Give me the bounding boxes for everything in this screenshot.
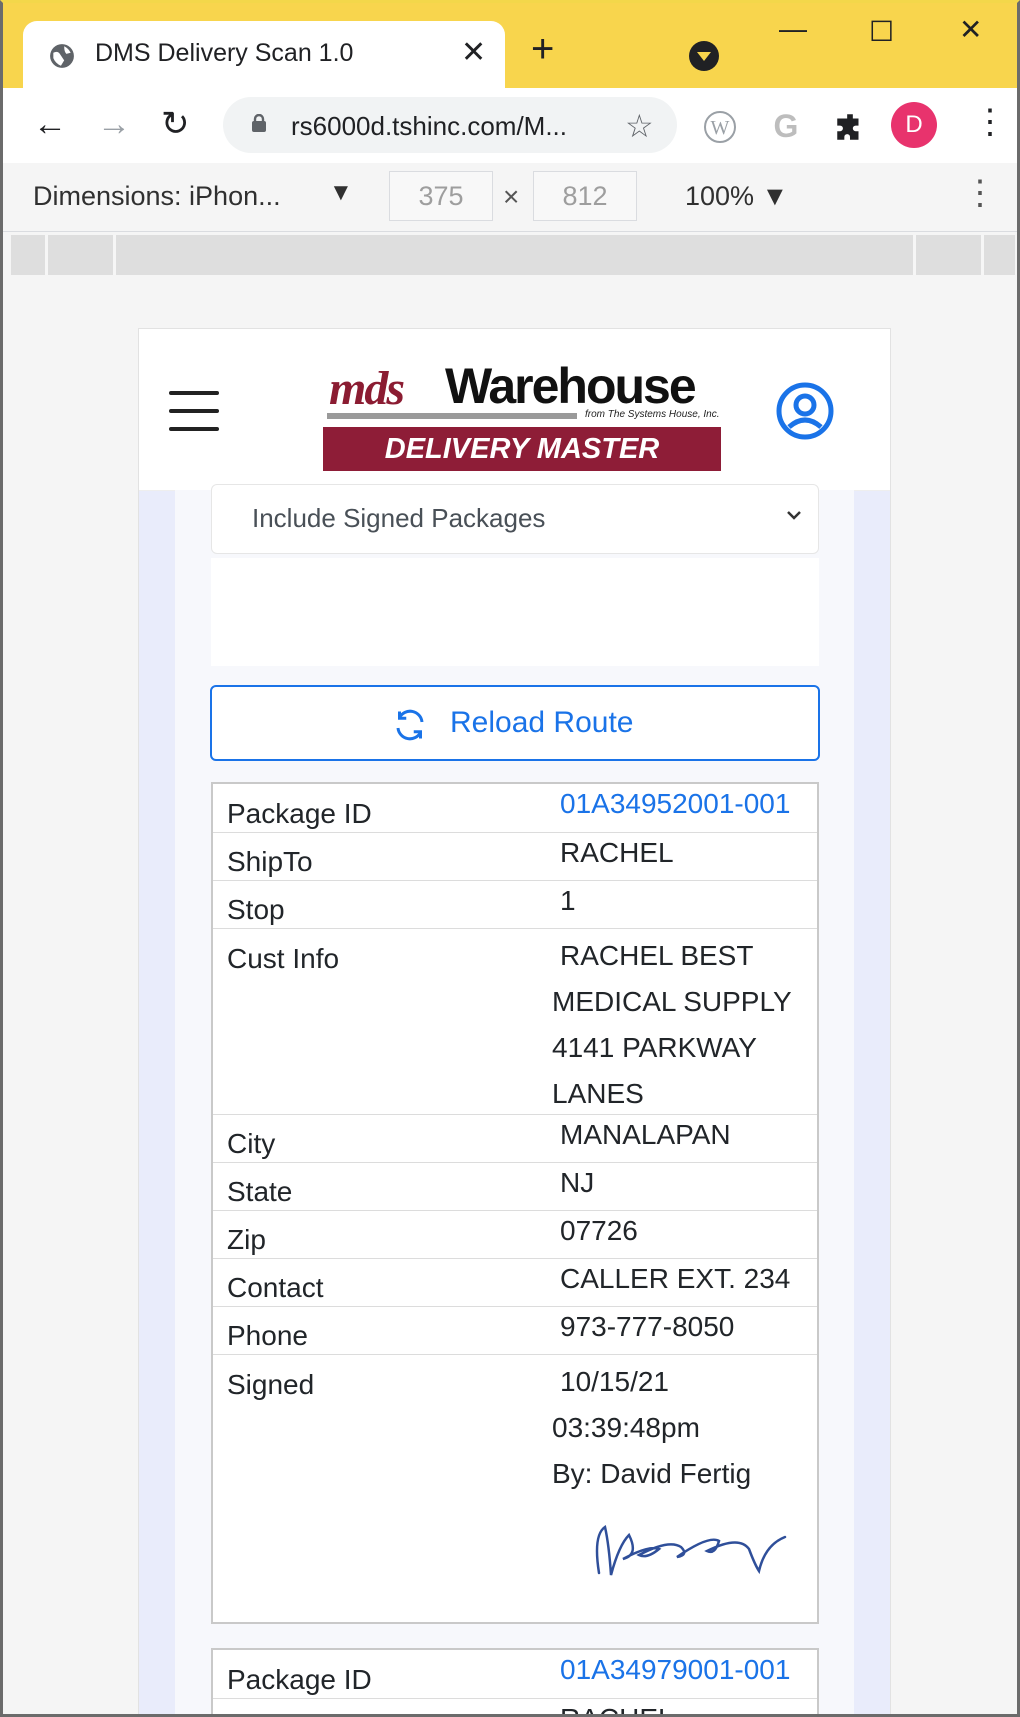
svg-text:G: G xyxy=(774,110,799,144)
browser-toolbar: ← → ↻ rs6000d.tshinc.com/M... ☆ W G D ⋮ xyxy=(3,88,1017,164)
new-tab-icon[interactable]: + xyxy=(531,29,554,69)
app-header: mds Warehouse from The Systems House, In… xyxy=(139,329,890,491)
extensions-puzzle-icon[interactable] xyxy=(833,110,867,144)
lock-icon xyxy=(252,114,266,132)
package-id-link[interactable]: 01A34979001-001 xyxy=(560,1654,790,1686)
contact-row: Contact CALLER EXT. 234 xyxy=(213,1259,817,1307)
hamburger-menu-icon[interactable] xyxy=(169,391,219,431)
close-window-icon[interactable]: ✕ xyxy=(959,13,982,46)
reload-route-button[interactable]: Reload Route xyxy=(210,685,820,761)
device-toolbar: Dimensions: iPhon... ▼ 375 × 812 100% ▼ … xyxy=(3,163,1017,232)
reload-page-icon[interactable]: ↻ xyxy=(161,104,190,144)
url-text: rs6000d.tshinc.com/M... xyxy=(291,111,567,141)
google-extension-icon[interactable]: G xyxy=(769,110,803,144)
dimensions-dropdown-icon[interactable]: ▼ xyxy=(329,179,353,207)
user-account-icon[interactable] xyxy=(775,381,835,441)
dimensions-select[interactable]: Dimensions: iPhon... xyxy=(33,181,281,212)
tab-strip: DMS Delivery Scan 1.0 ✕ + — ☐ ✕ xyxy=(3,3,1017,88)
route-content: Include Signed Packages Reload Route Pac… xyxy=(175,484,854,1714)
zip-row: Zip 07726 xyxy=(213,1211,817,1259)
back-icon[interactable]: ← xyxy=(33,104,67,144)
package-id-link[interactable]: 01A34952001-001 xyxy=(560,788,790,820)
viewport-height-input[interactable]: 812 xyxy=(533,171,637,221)
zoom-select[interactable]: 100% ▼ xyxy=(685,181,788,212)
sync-icon xyxy=(396,709,424,741)
package-id-row: Package ID 01A34952001-001 xyxy=(213,784,817,833)
bookmark-star-icon[interactable]: ☆ xyxy=(625,107,654,145)
blank-panel xyxy=(211,558,819,666)
package-filter-value: Include Signed Packages xyxy=(252,503,546,533)
stop-row: Stop 1 xyxy=(213,881,817,929)
globe-icon xyxy=(50,44,74,68)
state-row: State NJ xyxy=(213,1163,817,1211)
forward-icon[interactable]: → xyxy=(97,104,131,144)
package-id-row: Package ID 01A34979001-001 xyxy=(213,1650,817,1699)
minimize-icon[interactable]: — xyxy=(779,13,807,45)
app-viewport: mds Warehouse from The Systems House, In… xyxy=(139,329,890,1714)
viewport-width-input[interactable]: 375 xyxy=(389,171,493,221)
tab-dms-delivery[interactable]: DMS Delivery Scan 1.0 ✕ xyxy=(23,21,505,88)
city-row: City MANALAPAN xyxy=(213,1115,817,1163)
maximize-icon[interactable]: ☐ xyxy=(869,15,894,48)
close-tab-icon[interactable]: ✕ xyxy=(461,35,486,70)
signed-row: Signed 10/15/21 03:39:48pm By: David Fer… xyxy=(213,1355,817,1627)
cust-info-row: Cust Info RACHEL BEST MEDICAL SUPPLY 414… xyxy=(213,929,817,1115)
browser-menu-icon[interactable]: ⋮ xyxy=(973,102,1007,142)
signature-image xyxy=(595,1524,787,1576)
reload-route-label: Reload Route xyxy=(450,706,634,739)
times-separator: × xyxy=(503,181,520,212)
media-query-ruler[interactable] xyxy=(11,235,1015,275)
chevron-down-icon xyxy=(787,511,801,520)
profile-avatar[interactable]: D xyxy=(891,102,937,148)
package-card: Package ID 01A34952001-001 ShipTo RACHEL… xyxy=(211,782,819,1624)
ship-to-row: RACHEL xyxy=(213,1699,817,1714)
delivery-master-banner: DELIVERY MASTER xyxy=(323,427,721,471)
svg-text:W: W xyxy=(711,117,730,139)
tab-search-dropdown-icon[interactable] xyxy=(689,41,719,71)
package-card: Package ID 01A34979001-001 RACHEL xyxy=(211,1648,819,1714)
mds-warehouse-logo: mds Warehouse from The Systems House, In… xyxy=(323,355,721,473)
package-filter-select[interactable]: Include Signed Packages xyxy=(211,484,819,554)
wordpress-extension-icon[interactable]: W xyxy=(703,110,737,144)
address-bar[interactable]: rs6000d.tshinc.com/M... ☆ xyxy=(223,97,677,153)
ship-to-row: ShipTo RACHEL xyxy=(213,833,817,881)
phone-row: Phone 973-777-8050 xyxy=(213,1307,817,1355)
browser-window: DMS Delivery Scan 1.0 ✕ + — ☐ ✕ ← → ↻ rs… xyxy=(0,0,1020,1717)
tab-title: DMS Delivery Scan 1.0 xyxy=(95,39,354,67)
device-toolbar-menu-icon[interactable]: ⋮ xyxy=(963,173,997,213)
